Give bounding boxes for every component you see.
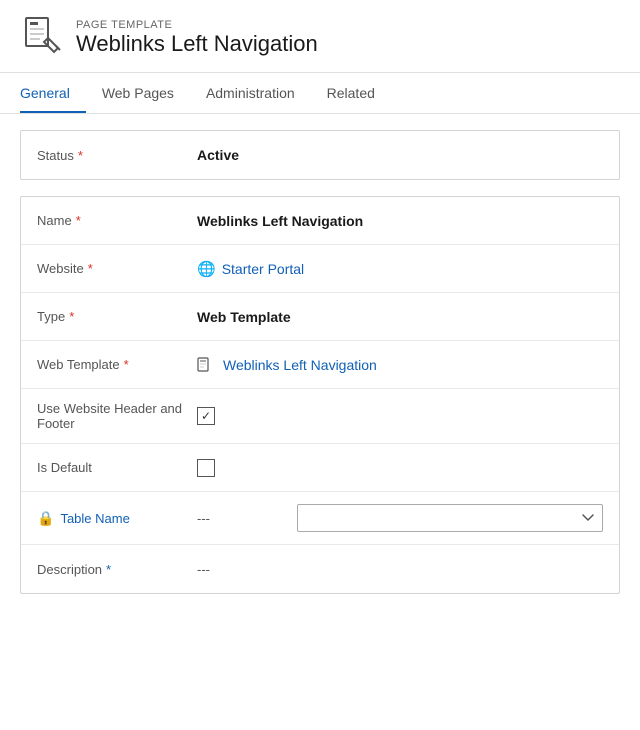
status-label: Status * (37, 148, 197, 163)
name-row: Name * Weblinks Left Navigation (21, 197, 619, 245)
status-row: Status * Active (21, 131, 619, 179)
use-header-footer-label: Use Website Header and Footer (37, 401, 197, 431)
page-header: PAGE TEMPLATE Weblinks Left Navigation (0, 0, 640, 73)
table-name-dropdown[interactable] (297, 504, 603, 532)
type-label: Type * (37, 309, 197, 324)
web-template-required-star: * (124, 357, 129, 372)
content-area: Status * Active Name * Weblinks Left Nav… (0, 114, 640, 626)
web-template-value: Weblinks Left Navigation (197, 357, 603, 373)
use-header-footer-value (197, 407, 603, 425)
website-row: Website * 🌐 Starter Portal (21, 245, 619, 293)
is-default-value (197, 459, 603, 477)
page-title: Weblinks Left Navigation (76, 31, 318, 57)
status-value: Active (197, 147, 603, 163)
status-card: Status * Active (20, 130, 620, 180)
web-template-icon (197, 357, 213, 373)
is-default-row: Is Default (21, 444, 619, 492)
website-label: Website * (37, 261, 197, 276)
type-value: Web Template (197, 309, 603, 325)
use-header-footer-row: Use Website Header and Footer (21, 389, 619, 444)
page-template-label: PAGE TEMPLATE (76, 19, 318, 31)
website-value: 🌐 Starter Portal (197, 260, 603, 278)
type-required-star: * (69, 309, 74, 324)
web-template-link[interactable]: Weblinks Left Navigation (197, 357, 377, 373)
lock-icon: 🔒 (37, 510, 54, 527)
table-name-label-container: 🔒 Table Name (37, 510, 197, 527)
tab-general[interactable]: General (20, 73, 86, 113)
globe-icon: 🌐 (197, 260, 216, 278)
tab-bar: General Web Pages Administration Related (0, 73, 640, 114)
status-required-star: * (78, 148, 83, 163)
type-row: Type * Web Template (21, 293, 619, 341)
description-label: Description * (37, 562, 197, 577)
is-default-checkbox[interactable] (197, 459, 215, 477)
description-row: Description * --- (21, 545, 619, 593)
name-label: Name * (37, 213, 197, 228)
details-card: Name * Weblinks Left Navigation Website … (20, 196, 620, 594)
name-required-star: * (76, 213, 81, 228)
website-required-star: * (88, 261, 93, 276)
page-template-icon (20, 16, 64, 60)
tab-related[interactable]: Related (327, 73, 391, 113)
description-value: --- (197, 562, 603, 577)
table-name-label: Table Name (60, 511, 129, 526)
table-name-dash: --- (197, 511, 297, 526)
use-header-footer-checkbox[interactable] (197, 407, 215, 425)
web-template-row: Web Template * Weblinks Left Navigation (21, 341, 619, 389)
tab-web-pages[interactable]: Web Pages (102, 73, 190, 113)
description-required-star: * (106, 562, 111, 577)
web-template-label: Web Template * (37, 357, 197, 372)
table-name-row: 🔒 Table Name --- (21, 492, 619, 545)
is-default-label: Is Default (37, 460, 197, 475)
tab-administration[interactable]: Administration (206, 73, 311, 113)
name-value: Weblinks Left Navigation (197, 213, 603, 229)
website-link[interactable]: 🌐 Starter Portal (197, 260, 304, 278)
